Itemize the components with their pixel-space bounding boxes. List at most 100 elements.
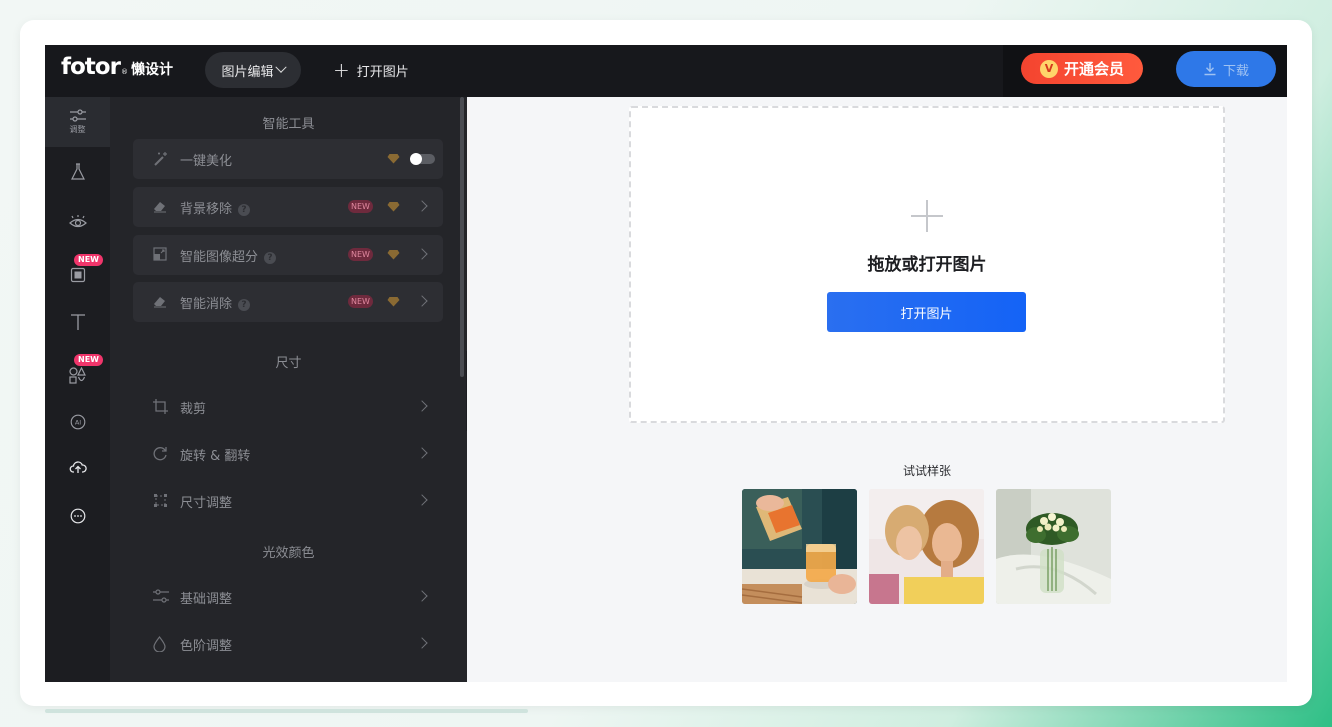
logo-brand: fotor bbox=[61, 54, 121, 80]
tool-levels[interactable]: 色阶调整 bbox=[133, 624, 443, 664]
logo-registered: ® bbox=[120, 68, 128, 76]
open-image-top-label: 打开图片 bbox=[356, 64, 409, 80]
tool-basic-adjust[interactable]: 基础调整 bbox=[133, 577, 443, 617]
drop-icon bbox=[153, 636, 166, 652]
open-image-button[interactable]: 打开图片 bbox=[827, 292, 1026, 332]
bottom-scroll-indicator bbox=[45, 709, 528, 713]
text-icon bbox=[70, 314, 85, 330]
new-badge: NEW bbox=[348, 295, 373, 308]
tool-super-resolution-label: 智能图像超分? bbox=[180, 246, 277, 265]
sliders-icon bbox=[69, 109, 86, 122]
tool-resize-label: 尺寸调整 bbox=[180, 496, 233, 511]
new-badge: NEW bbox=[348, 248, 373, 261]
eye-icon bbox=[68, 215, 87, 228]
logo-subtitle: 懒设计 bbox=[130, 62, 173, 78]
download-label: 下载 bbox=[1222, 63, 1249, 79]
rail-item-beauty[interactable] bbox=[45, 197, 110, 247]
new-badge: NEW bbox=[74, 254, 103, 266]
tool-rotate-flip-label: 旋转 & 翻转 bbox=[180, 449, 251, 464]
download-icon bbox=[1204, 63, 1216, 76]
resize-icon bbox=[154, 494, 167, 507]
upscale-icon bbox=[153, 247, 167, 261]
eraser-icon bbox=[154, 297, 166, 308]
flask-icon bbox=[70, 163, 85, 180]
fotor-logo[interactable]: fotor ® 懒设计 bbox=[61, 54, 173, 80]
shapes-icon bbox=[69, 366, 86, 384]
frame-icon bbox=[70, 267, 85, 283]
rail-item-frame[interactable]: NEW bbox=[45, 247, 110, 297]
rail-item-elements[interactable]: NEW bbox=[45, 347, 110, 397]
rail-item-adjust-label: 调整 bbox=[69, 125, 86, 134]
rail-item-effects[interactable] bbox=[45, 147, 110, 197]
tool-rail: 调整 NEW NEW AI bbox=[45, 97, 110, 682]
download-button[interactable]: 下载 bbox=[1176, 51, 1276, 87]
drop-zone[interactable]: 拖放或打开图片 打开图片 bbox=[629, 106, 1225, 423]
chevron-right-icon bbox=[416, 447, 428, 459]
rail-item-ai[interactable]: AI bbox=[45, 397, 110, 447]
chevron-right-icon bbox=[416, 400, 428, 412]
sliders-icon bbox=[153, 589, 169, 603]
new-badge: NEW bbox=[74, 354, 103, 366]
tool-background-remove[interactable]: 背景移除? NEW bbox=[133, 187, 443, 227]
sample-image-flowers[interactable] bbox=[996, 489, 1111, 604]
rail-item-adjust[interactable]: 调整 bbox=[45, 97, 110, 147]
chevron-right-icon bbox=[416, 248, 428, 260]
svg-text:AI: AI bbox=[74, 419, 80, 427]
photo-flowers bbox=[996, 489, 1111, 604]
tool-smart-erase[interactable]: 智能消除? NEW bbox=[133, 282, 443, 322]
section-title-size: 尺寸 bbox=[275, 356, 302, 371]
app-window: fotor ® 懒设计 图片编辑 + 打开图片 V 开通会员 下载 调整 NEW… bbox=[45, 45, 1287, 682]
tool-auto-enhance[interactable]: 一键美化 bbox=[133, 139, 443, 179]
help-icon[interactable]: ? bbox=[238, 204, 251, 216]
tool-rotate-flip[interactable]: 旋转 & 翻转 bbox=[133, 434, 443, 474]
vip-crown-icon: V bbox=[1039, 59, 1058, 78]
premium-gem-icon bbox=[387, 297, 400, 307]
vip-label: 开通会员 bbox=[1063, 60, 1124, 78]
tool-crop-label: 裁剪 bbox=[180, 402, 207, 417]
eraser-icon bbox=[154, 202, 166, 213]
more-icon bbox=[70, 508, 85, 524]
photo-juice bbox=[742, 489, 857, 604]
premium-gem-icon bbox=[387, 154, 400, 164]
tool-super-resolution[interactable]: 智能图像超分? NEW bbox=[133, 235, 443, 275]
sample-image-women[interactable] bbox=[869, 489, 984, 604]
tool-crop[interactable]: 裁剪 bbox=[133, 387, 443, 427]
rotate-icon bbox=[153, 447, 167, 461]
section-title-ai-tools: 智能工具 bbox=[262, 117, 315, 132]
image-edit-menu-label: 图片编辑 bbox=[221, 64, 274, 80]
sample-images-title: 试试样张 bbox=[902, 464, 951, 478]
vip-button[interactable]: V 开通会员 bbox=[1021, 53, 1143, 84]
chevron-right-icon bbox=[416, 295, 428, 307]
tool-auto-enhance-label: 一键美化 bbox=[180, 154, 233, 169]
tool-basic-adjust-label: 基础调整 bbox=[180, 592, 233, 607]
help-icon[interactable]: ? bbox=[264, 252, 277, 264]
cloud-upload-icon bbox=[69, 461, 87, 473]
photo-women bbox=[869, 489, 984, 604]
help-icon[interactable]: ? bbox=[238, 299, 251, 311]
chevron-right-icon bbox=[416, 494, 428, 506]
new-badge: NEW bbox=[348, 200, 373, 213]
rail-item-upload[interactable] bbox=[45, 442, 110, 492]
drop-zone-title: 拖放或打开图片 bbox=[867, 255, 987, 275]
adjust-panel: 智能工具 一键美化 背景移除? NEW 智能图像超分? NEW 智能消除 ? N… bbox=[110, 97, 467, 682]
ai-icon: AI bbox=[70, 414, 85, 430]
plus-icon: + bbox=[333, 58, 350, 82]
canvas-area: 拖放或打开图片 打开图片 试试样张 bbox=[467, 97, 1287, 682]
panel-scrollbar[interactable] bbox=[460, 97, 464, 377]
tool-background-remove-label: 背景移除? bbox=[180, 198, 251, 217]
rail-item-more[interactable] bbox=[45, 491, 110, 541]
tool-resize[interactable]: 尺寸调整 bbox=[133, 481, 443, 521]
magic-wand-icon bbox=[154, 152, 167, 166]
rail-item-text[interactable] bbox=[45, 297, 110, 347]
open-image-top-button[interactable]: + 打开图片 bbox=[333, 59, 409, 81]
top-bar: fotor ® 懒设计 图片编辑 + 打开图片 V 开通会员 下载 bbox=[45, 45, 1287, 97]
tool-smart-erase-label: 智能消除? bbox=[180, 293, 251, 312]
image-edit-menu-button[interactable]: 图片编辑 bbox=[205, 52, 301, 88]
sample-image-juice[interactable] bbox=[742, 489, 857, 604]
auto-enhance-toggle[interactable] bbox=[410, 153, 435, 165]
chevron-down-icon bbox=[274, 61, 287, 73]
tool-levels-label: 色阶调整 bbox=[180, 639, 233, 654]
chevron-right-icon bbox=[416, 590, 428, 602]
chevron-right-icon bbox=[416, 637, 428, 649]
premium-gem-icon bbox=[387, 250, 400, 260]
